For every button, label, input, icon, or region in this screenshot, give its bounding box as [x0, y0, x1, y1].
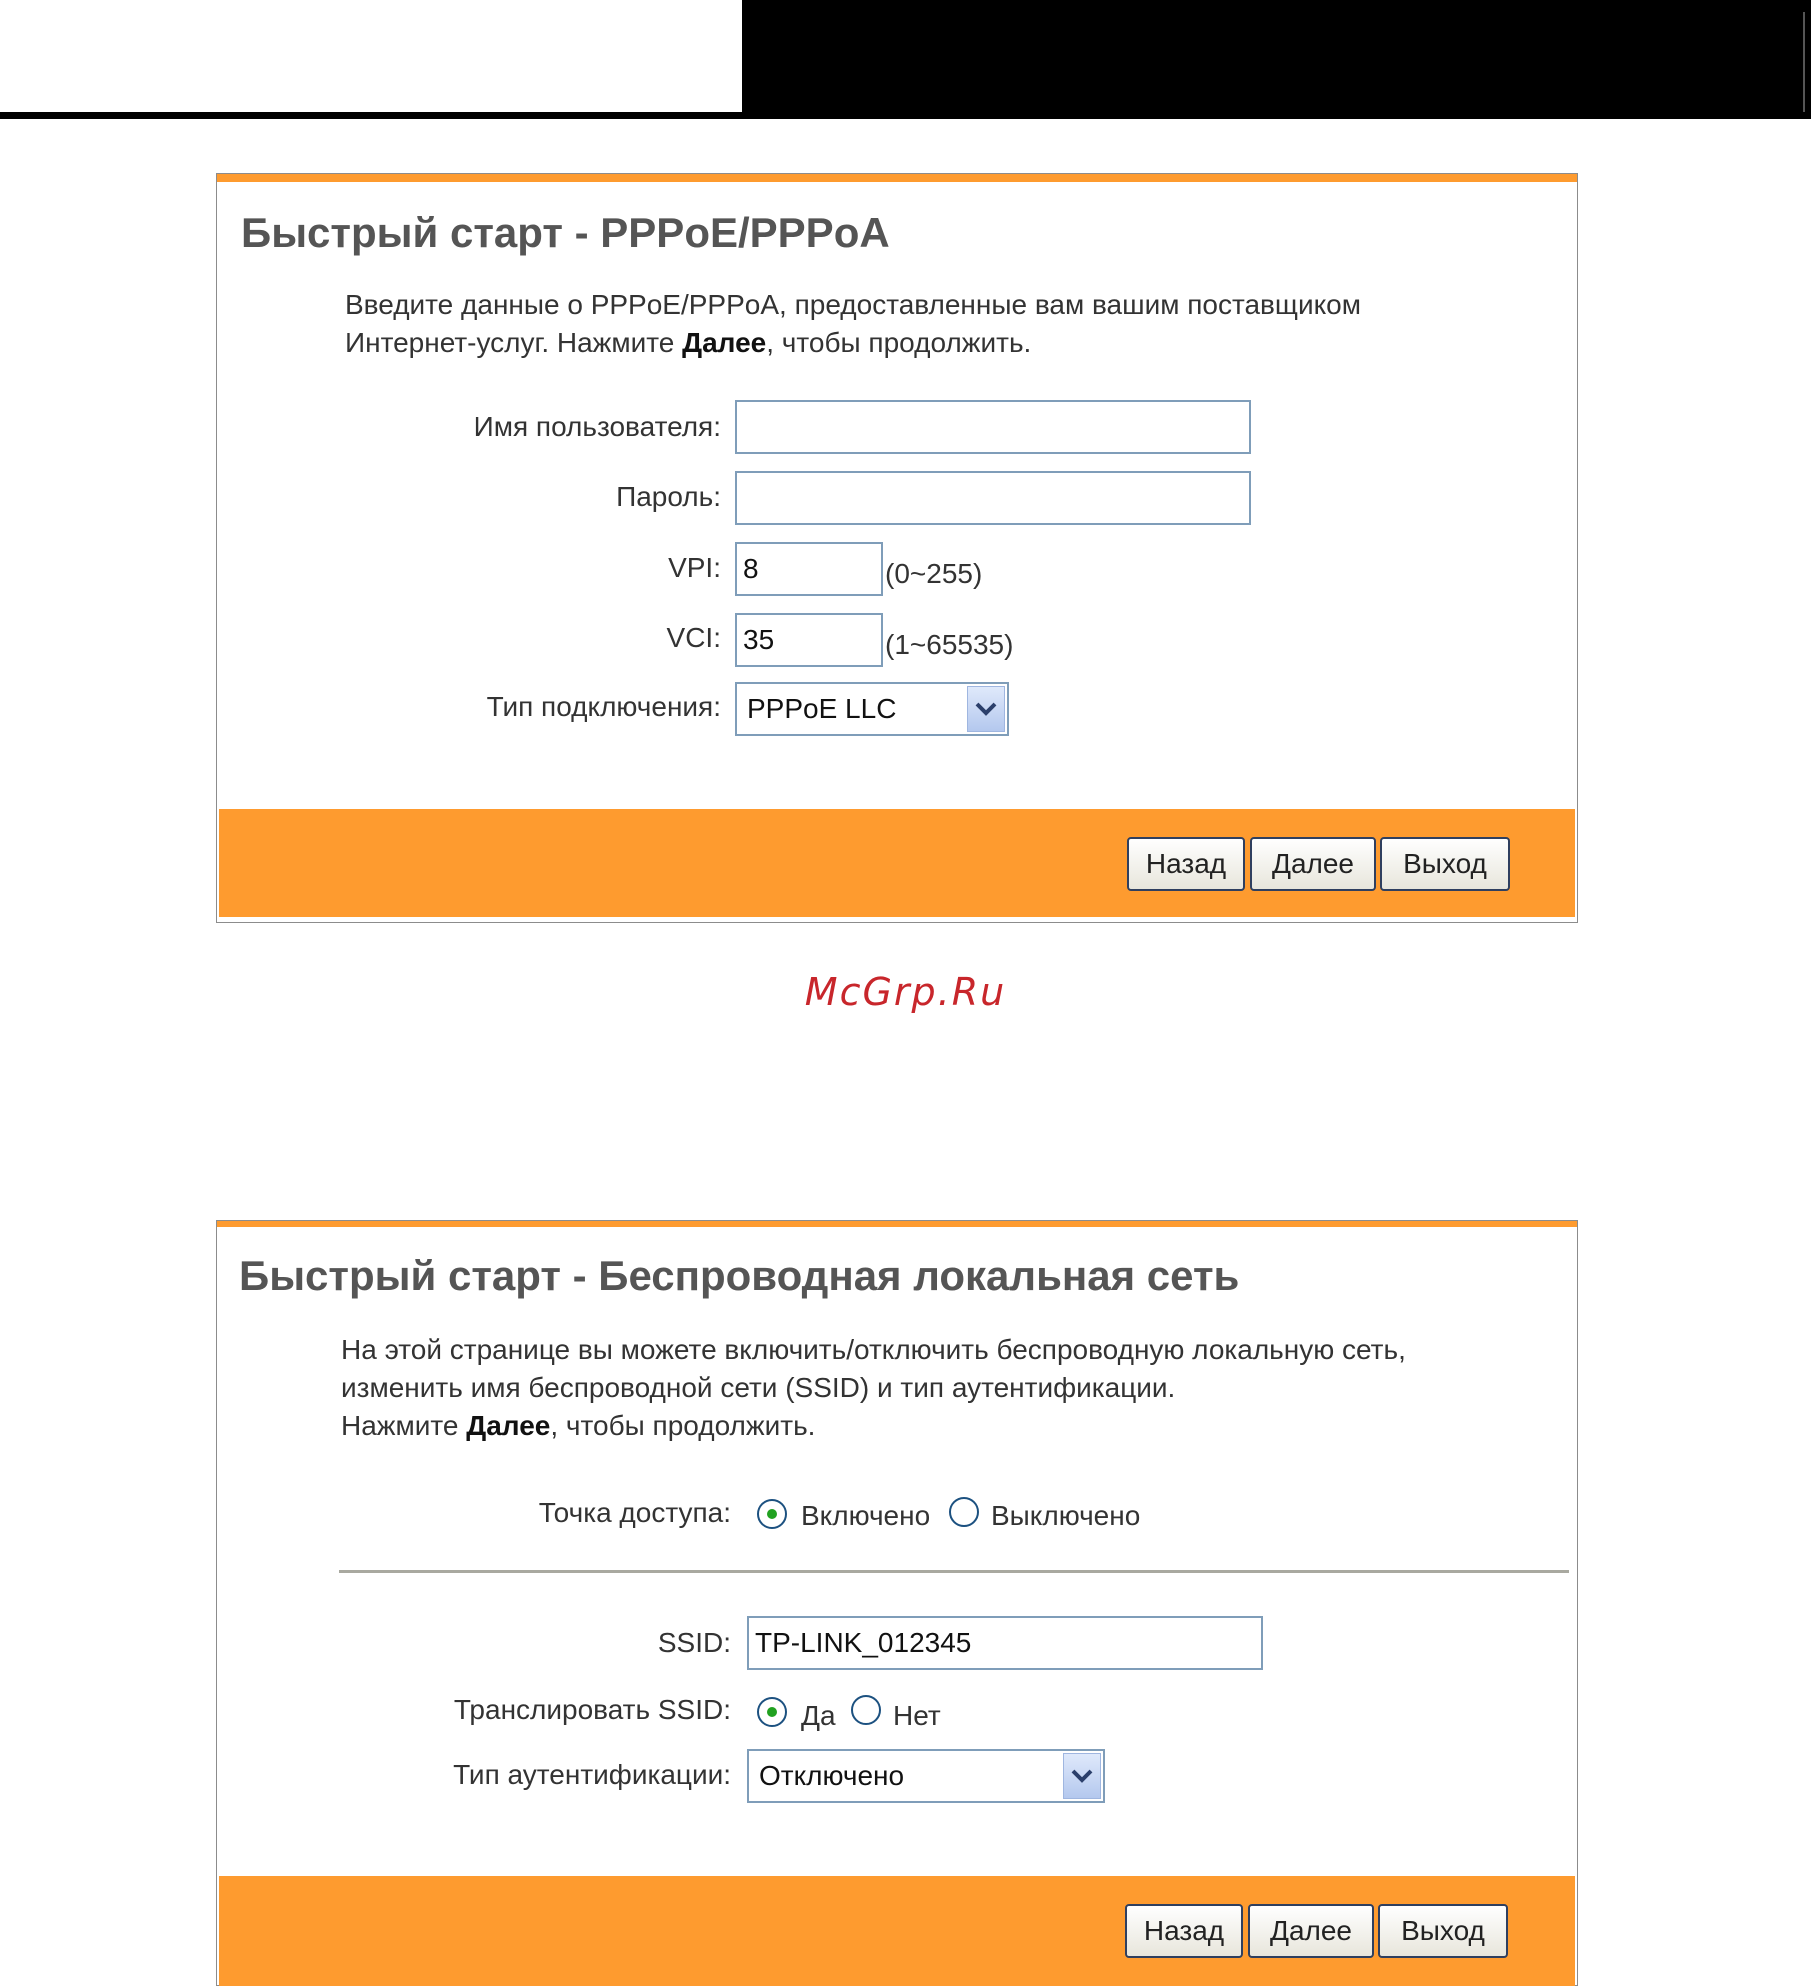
access-point-on-label[interactable]: Включено — [801, 1500, 930, 1532]
next-button[interactable]: Далее — [1248, 1904, 1374, 1958]
connection-type-value: PPPoE LLC — [747, 693, 897, 724]
page-title: Быстрый старт - Беспроводная локальная с… — [239, 1252, 1240, 1299]
pppoe-desc-bold: Далее — [682, 327, 767, 358]
section-divider — [339, 1570, 1569, 1573]
wlan-panel-top-stripe — [217, 1221, 1577, 1227]
wlan-desc-text-end: , чтобы продолжить. — [550, 1410, 816, 1441]
auth-type-label: Тип аутентификации: — [453, 1759, 731, 1790]
broadcast-yes-radio[interactable] — [757, 1697, 787, 1727]
pppoe-panel-top-stripe — [217, 174, 1577, 182]
username-input[interactable] — [735, 400, 1251, 454]
access-point-label: Точка доступа: — [538, 1497, 731, 1528]
pppoe-desc-line-1: Введите данные о PPPoE/PPPoA, предоставл… — [345, 289, 1361, 320]
vpi-range-hint: (0~255) — [885, 558, 983, 589]
broadcast-ssid-label: Транслировать SSID: — [453, 1694, 731, 1725]
broadcast-yes-label[interactable]: Да — [801, 1700, 836, 1732]
ssid-label: SSID: — [657, 1627, 731, 1658]
header-black-bar — [742, 0, 1811, 119]
wlan-desc-text: Нажмите — [341, 1410, 467, 1441]
watermark-text: McGrp.Ru — [804, 970, 1007, 1014]
auth-type-value: Отключено — [759, 1760, 905, 1791]
access-point-off-radio[interactable] — [949, 1497, 979, 1527]
wlan-desc-line-2: изменить имя беспроводной сети (SSID) и … — [341, 1372, 1176, 1403]
ssid-input[interactable]: TP-LINK_012345 — [747, 1616, 1263, 1670]
vci-label: VCI: — [666, 622, 721, 653]
pppoe-desc-text-end: , чтобы продолжить. — [766, 327, 1032, 358]
pppoe-desc-line-2: Интернет-услуг. Нажмите Далее, чтобы про… — [345, 324, 1525, 362]
pppoe-description: Введите данные о PPPoE/PPPoA, предоставл… — [345, 286, 1525, 362]
password-label: Пароль: — [616, 481, 721, 512]
back-button[interactable]: Назад — [1127, 837, 1245, 891]
access-point-off-label[interactable]: Выключено — [991, 1500, 1140, 1532]
vci-input[interactable]: 35 — [735, 613, 883, 667]
exit-button[interactable]: Выход — [1380, 837, 1510, 891]
username-label: Имя пользователя: — [473, 411, 721, 442]
wlan-panel: Быстрый старт - Беспроводная локальная с… — [216, 1220, 1578, 1986]
exit-button[interactable]: Выход — [1378, 1904, 1508, 1958]
access-point-on-radio[interactable] — [757, 1499, 787, 1529]
wlan-desc-line-3: Нажмите Далее, чтобы продолжить. — [341, 1407, 1521, 1445]
wlan-desc-line-1: На этой странице вы можете включить/откл… — [341, 1334, 1406, 1365]
header-edge-line — [1803, 12, 1805, 112]
auth-type-select[interactable]: Отключено — [747, 1749, 1105, 1803]
pppoe-desc-text: Интернет-услуг. Нажмите — [345, 327, 683, 358]
wlan-desc-bold: Далее — [466, 1410, 551, 1441]
wlan-description: На этой странице вы можете включить/откл… — [341, 1331, 1521, 1445]
vci-range-hint: (1~65535) — [885, 629, 1014, 660]
broadcast-no-radio[interactable] — [851, 1695, 881, 1725]
back-button[interactable]: Назад — [1125, 1904, 1243, 1958]
connection-type-label: Тип подключения: — [486, 691, 721, 722]
next-button[interactable]: Далее — [1250, 837, 1376, 891]
broadcast-no-label[interactable]: Нет — [893, 1700, 941, 1732]
page-title: Быстрый старт - PPPoE/PPPoA — [241, 209, 890, 256]
pppoe-panel: Быстрый старт - PPPoE/PPPoA Введите данн… — [216, 173, 1578, 923]
chevron-down-icon[interactable] — [967, 686, 1005, 732]
connection-type-select[interactable]: PPPoE LLC — [735, 682, 1009, 736]
vpi-label: VPI: — [668, 552, 721, 583]
vpi-input[interactable]: 8 — [735, 542, 883, 596]
password-input[interactable] — [735, 471, 1251, 525]
header-rule — [0, 112, 742, 119]
chevron-down-icon[interactable] — [1063, 1753, 1101, 1799]
